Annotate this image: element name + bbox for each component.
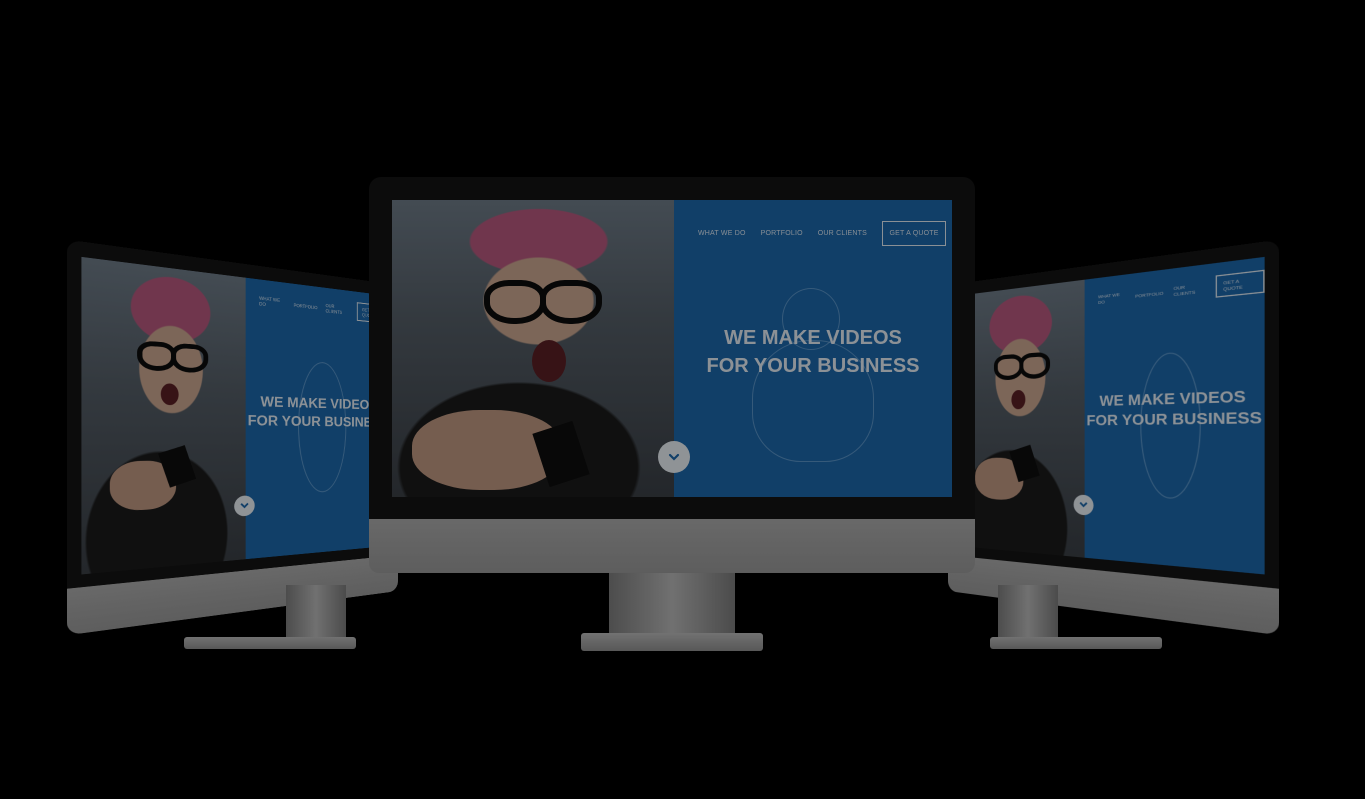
mockup-stage: WHAT WE DO PORTFOLIO OUR CLIENTS GET A Q… — [0, 0, 1365, 799]
left-nav-item-portfolio[interactable]: PORTFOLIO — [294, 302, 318, 310]
center-hero-photo — [392, 200, 674, 497]
left-hero-headline-line2: FOR YOUR BUSINESS — [247, 411, 388, 430]
right-monitor-screen: WHAT WE DO PORTFOLIO OUR CLIENTS GET A Q… — [956, 256, 1265, 575]
right-nav-item-our-clients[interactable]: OUR CLIENTS — [1174, 282, 1206, 297]
left-hero-headline: WE MAKE VIDEOS FOR YOUR BUSINESS — [246, 391, 389, 431]
nav-item-our-clients[interactable]: OUR CLIENTS — [818, 230, 867, 237]
chevron-down-icon — [668, 453, 680, 461]
chevron-down-icon — [1078, 499, 1089, 511]
right-hero-headline: WE MAKE VIDEOS FOR YOUR BUSINESS — [1085, 385, 1265, 430]
left-monitor-stand — [286, 585, 346, 637]
right-hero-headline-line2: FOR YOUR BUSINESS — [1086, 408, 1263, 429]
center-nav: WHAT WE DO PORTFOLIO OUR CLIENTS GET A Q… — [698, 221, 947, 246]
right-monitor-foot — [990, 637, 1162, 649]
left-hero-photo — [81, 256, 246, 575]
left-hero-panel: WHAT WE DO PORTFOLIO OUR CLIENTS GET A Q… — [245, 277, 390, 560]
hero-headline: WE MAKE VIDEOS FOR YOUR BUSINESS — [674, 324, 952, 380]
right-hero-photo — [956, 279, 1085, 558]
left-nav-item-what-we-do[interactable]: WHAT WE DO — [259, 295, 285, 309]
right-nav-item-portfolio[interactable]: PORTFOLIO — [1135, 289, 1163, 298]
right-monitor-stand — [998, 585, 1058, 637]
left-monitor-screen: WHAT WE DO PORTFOLIO OUR CLIENTS GET A Q… — [81, 256, 390, 575]
right-nav-item-what-we-do[interactable]: WHAT WE DO — [1098, 291, 1126, 305]
scroll-down-button[interactable] — [658, 441, 690, 473]
hero-headline-line1: WE MAKE VIDEOS — [724, 327, 902, 349]
center-monitor-stand — [609, 573, 735, 635]
nav-item-what-we-do[interactable]: WHAT WE DO — [698, 230, 746, 237]
nav-item-portfolio[interactable]: PORTFOLIO — [761, 230, 803, 237]
center-monitor-foot — [581, 633, 763, 651]
left-monitor-foot — [184, 637, 356, 649]
right-hero-panel: WHAT WE DO PORTFOLIO OUR CLIENTS GET A Q… — [1084, 256, 1265, 575]
right-get-a-quote-button[interactable]: GET A QUOTE — [1216, 269, 1265, 298]
right-scroll-down-button[interactable] — [1073, 494, 1094, 516]
right-nav: WHAT WE DO PORTFOLIO OUR CLIENTS GET A Q… — [1098, 269, 1265, 310]
center-monitor: WHAT WE DO PORTFOLIO OUR CLIENTS GET A Q… — [369, 177, 975, 657]
center-hero-panel: WHAT WE DO PORTFOLIO OUR CLIENTS GET A Q… — [674, 200, 952, 497]
center-monitor-chin — [369, 519, 975, 573]
get-a-quote-button[interactable]: GET A QUOTE — [882, 221, 947, 246]
hero-headline-line2: FOR YOUR BUSINESS — [706, 355, 920, 377]
right-monitor: WHAT WE DO PORTFOLIO OUR CLIENTS GET A Q… — [948, 239, 1280, 655]
left-monitor: WHAT WE DO PORTFOLIO OUR CLIENTS GET A Q… — [66, 239, 398, 655]
center-monitor-screen: WHAT WE DO PORTFOLIO OUR CLIENTS GET A Q… — [392, 200, 952, 497]
left-nav-item-our-clients[interactable]: OUR CLIENTS — [326, 303, 350, 316]
chevron-down-icon — [239, 500, 250, 512]
